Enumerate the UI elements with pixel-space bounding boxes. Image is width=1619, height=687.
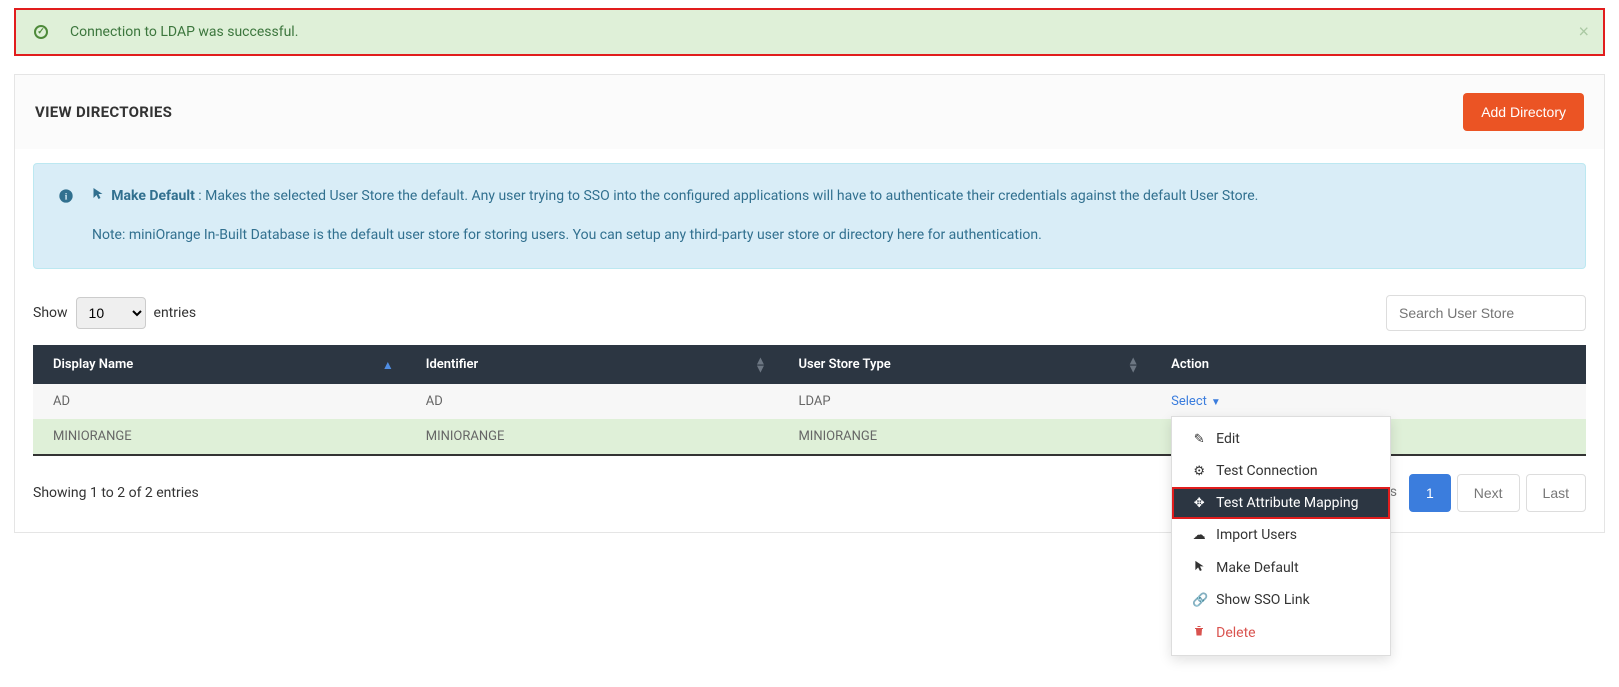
link-icon: 🔗 <box>1192 593 1206 608</box>
check-circle-icon <box>34 25 48 39</box>
cloud-download-icon: ☁ <box>1192 528 1206 543</box>
cursor-icon <box>1192 559 1206 576</box>
colon: : <box>195 188 205 204</box>
action-dropdown: ✎ Edit ⚙ Test Connection ✥ Test Attribut… <box>1171 416 1391 656</box>
cell-identifier: MINIORANGE <box>406 419 779 455</box>
page-1-button[interactable]: 1 <box>1409 474 1451 512</box>
alert-message: Connection to LDAP was successful. <box>70 24 298 40</box>
cell-identifier: AD <box>406 384 779 419</box>
cell-display-name: MINIORANGE <box>33 419 406 455</box>
showing-text: Showing 1 to 2 of 2 entries <box>33 485 199 501</box>
info-note: Note: miniOrange In-Built Database is th… <box>92 225 1258 246</box>
caret-down-icon: ▼ <box>1211 397 1221 408</box>
make-default-label: Make Default <box>111 188 195 204</box>
menu-edit[interactable]: ✎ Edit <box>1172 423 1390 455</box>
info-content: Make Default : Makes the selected User S… <box>92 186 1258 246</box>
compress-icon: ✥ <box>1192 496 1206 511</box>
last-button[interactable]: Last <box>1526 474 1586 512</box>
info-icon: i <box>58 188 74 246</box>
make-default-desc: Makes the selected User Store the defaul… <box>205 188 1258 204</box>
panel-body: i Make Default : Makes the selected User… <box>15 149 1604 532</box>
col-identifier[interactable]: Identifier ▲▼ <box>406 345 779 384</box>
info-box: i Make Default : Makes the selected User… <box>33 163 1586 269</box>
show-label: Show <box>33 305 68 321</box>
sort-asc-icon: ▲ <box>382 360 394 368</box>
action-select-link[interactable]: Select▼ <box>1171 394 1221 409</box>
menu-test-attribute-mapping[interactable]: ✥ Test Attribute Mapping <box>1172 487 1390 519</box>
table-controls: Show 10 entries <box>33 295 1586 331</box>
sort-icon: ▲▼ <box>755 356 767 373</box>
edit-icon: ✎ <box>1192 432 1206 447</box>
trash-icon <box>1192 624 1206 641</box>
col-display-name[interactable]: Display Name ▲ <box>33 345 406 384</box>
page-size-select[interactable]: 10 <box>76 297 146 329</box>
menu-import-users[interactable]: ☁ Import Users <box>1172 519 1390 551</box>
table-row: AD AD LDAP Select▼ ✎ Edit <box>33 384 1586 419</box>
alert-close-button[interactable]: × <box>1578 22 1589 43</box>
gears-icon: ⚙ <box>1192 464 1206 479</box>
panel-title: VIEW DIRECTORIES <box>35 103 172 121</box>
user-store-table: Display Name ▲ Identifier ▲▼ User Store … <box>33 345 1586 456</box>
sort-icon: ▲▼ <box>1127 356 1139 373</box>
menu-test-connection[interactable]: ⚙ Test Connection <box>1172 455 1390 487</box>
directories-panel: VIEW DIRECTORIES Add Directory i Make De… <box>14 74 1605 533</box>
menu-show-sso-link[interactable]: 🔗 Show SSO Link <box>1172 584 1390 616</box>
col-user-store-type[interactable]: User Store Type ▲▼ <box>778 345 1151 384</box>
cell-user-store-type: MINIORANGE <box>778 419 1151 455</box>
cursor-icon <box>92 189 107 204</box>
panel-header: VIEW DIRECTORIES Add Directory <box>15 75 1604 149</box>
entries-label: entries <box>154 305 197 321</box>
cell-display-name: AD <box>33 384 406 419</box>
menu-delete[interactable]: Delete <box>1172 616 1390 649</box>
cell-user-store-type: LDAP <box>778 384 1151 419</box>
next-button[interactable]: Next <box>1457 474 1520 512</box>
add-directory-button[interactable]: Add Directory <box>1463 93 1584 131</box>
success-alert: Connection to LDAP was successful. × <box>14 8 1605 56</box>
svg-text:i: i <box>65 192 68 202</box>
pagination: us 1 Next Last <box>1376 474 1586 512</box>
col-action: Action <box>1151 345 1586 384</box>
menu-make-default[interactable]: Make Default <box>1172 551 1390 584</box>
cell-action: Select▼ ✎ Edit ⚙ Test Connection <box>1151 384 1586 419</box>
table-header-row: Display Name ▲ Identifier ▲▼ User Store … <box>33 345 1586 384</box>
search-input[interactable] <box>1386 295 1586 331</box>
entries-control: Show 10 entries <box>33 297 196 329</box>
